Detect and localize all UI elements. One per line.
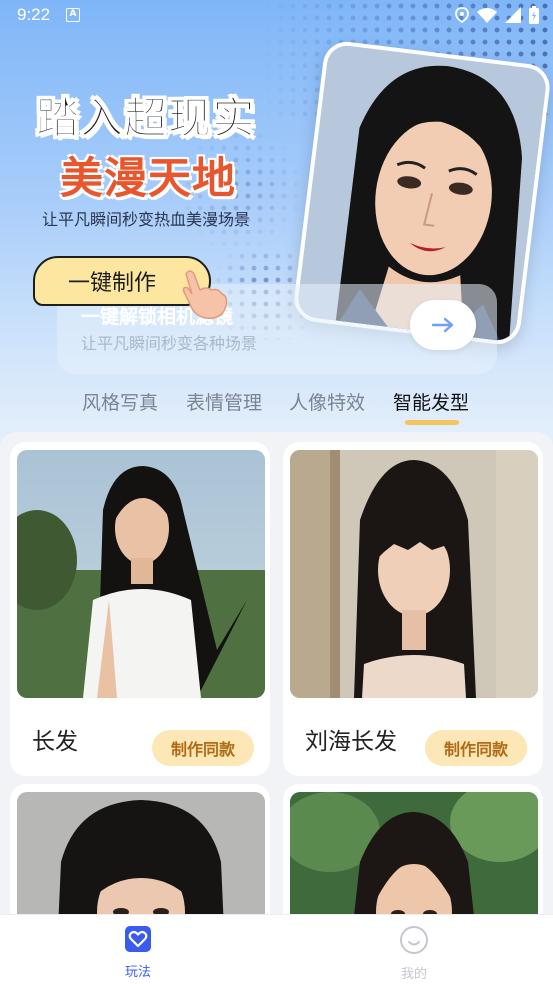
style-card[interactable]: 刘海长发 制作同款 <box>283 442 543 776</box>
active-tab-indicator <box>405 420 459 425</box>
arrow-right-icon <box>431 317 454 333</box>
heart-icon <box>125 926 151 952</box>
hairstyle-grid: 长发 制作同款 刘海长发 制作同款 <box>0 432 553 922</box>
hero-title-line2: 美漫天地 <box>60 154 236 204</box>
battery-icon <box>529 6 539 24</box>
nav-label-mine: 我的 <box>400 967 427 982</box>
nav-label-play: 玩法 <box>124 965 151 980</box>
tab-style-portrait[interactable]: 风格写真 <box>82 388 158 415</box>
hero-title-line1: 踏入超现实 <box>36 94 256 145</box>
location-icon <box>455 7 469 23</box>
nav-item-mine[interactable]: 我的 <box>384 925 444 982</box>
banner-arrow-button[interactable] <box>410 300 476 350</box>
make-same-button[interactable]: 制作同款 <box>152 730 254 766</box>
style-title: 长发 <box>32 729 78 755</box>
hero-subtitle: 让平凡瞬间秒变热血美漫场景 <box>42 210 251 229</box>
style-photo[interactable] <box>17 792 265 922</box>
wifi-icon <box>477 8 497 23</box>
bottom-nav: 玩法 我的 <box>0 914 553 984</box>
notification-a-icon: A <box>66 8 80 22</box>
status-bar: 9:22 A <box>0 0 553 30</box>
status-time: 9:22 <box>17 5 51 24</box>
nav-item-play[interactable]: 玩法 <box>108 925 168 980</box>
hero-banner[interactable]: 踏入超现实 美漫天地 让平凡瞬间秒变热血美漫场景 一键解锁相机滤镜 让平凡瞬间秒… <box>0 0 553 450</box>
smile-icon <box>400 926 428 954</box>
style-card[interactable]: 长发 制作同款 <box>10 442 270 776</box>
signal-icon <box>505 7 521 23</box>
style-photo[interactable] <box>17 450 265 698</box>
tab-expression[interactable]: 表情管理 <box>186 388 262 415</box>
banner-subtitle: 让平凡瞬间秒变各种场景 <box>81 334 258 353</box>
make-same-button[interactable]: 制作同款 <box>425 730 527 766</box>
category-tabs: 风格写真 表情管理 人像特效 智能发型 <box>0 388 553 428</box>
style-card[interactable] <box>283 784 543 922</box>
style-photo[interactable] <box>290 792 538 922</box>
pointing-hand-icon <box>182 270 228 319</box>
style-card[interactable] <box>10 784 270 922</box>
style-photo[interactable] <box>290 450 538 698</box>
tab-portrait-effects[interactable]: 人像特效 <box>289 388 365 415</box>
style-title: 刘海长发 <box>305 729 397 755</box>
tab-smart-hairstyle[interactable]: 智能发型 <box>393 388 469 415</box>
